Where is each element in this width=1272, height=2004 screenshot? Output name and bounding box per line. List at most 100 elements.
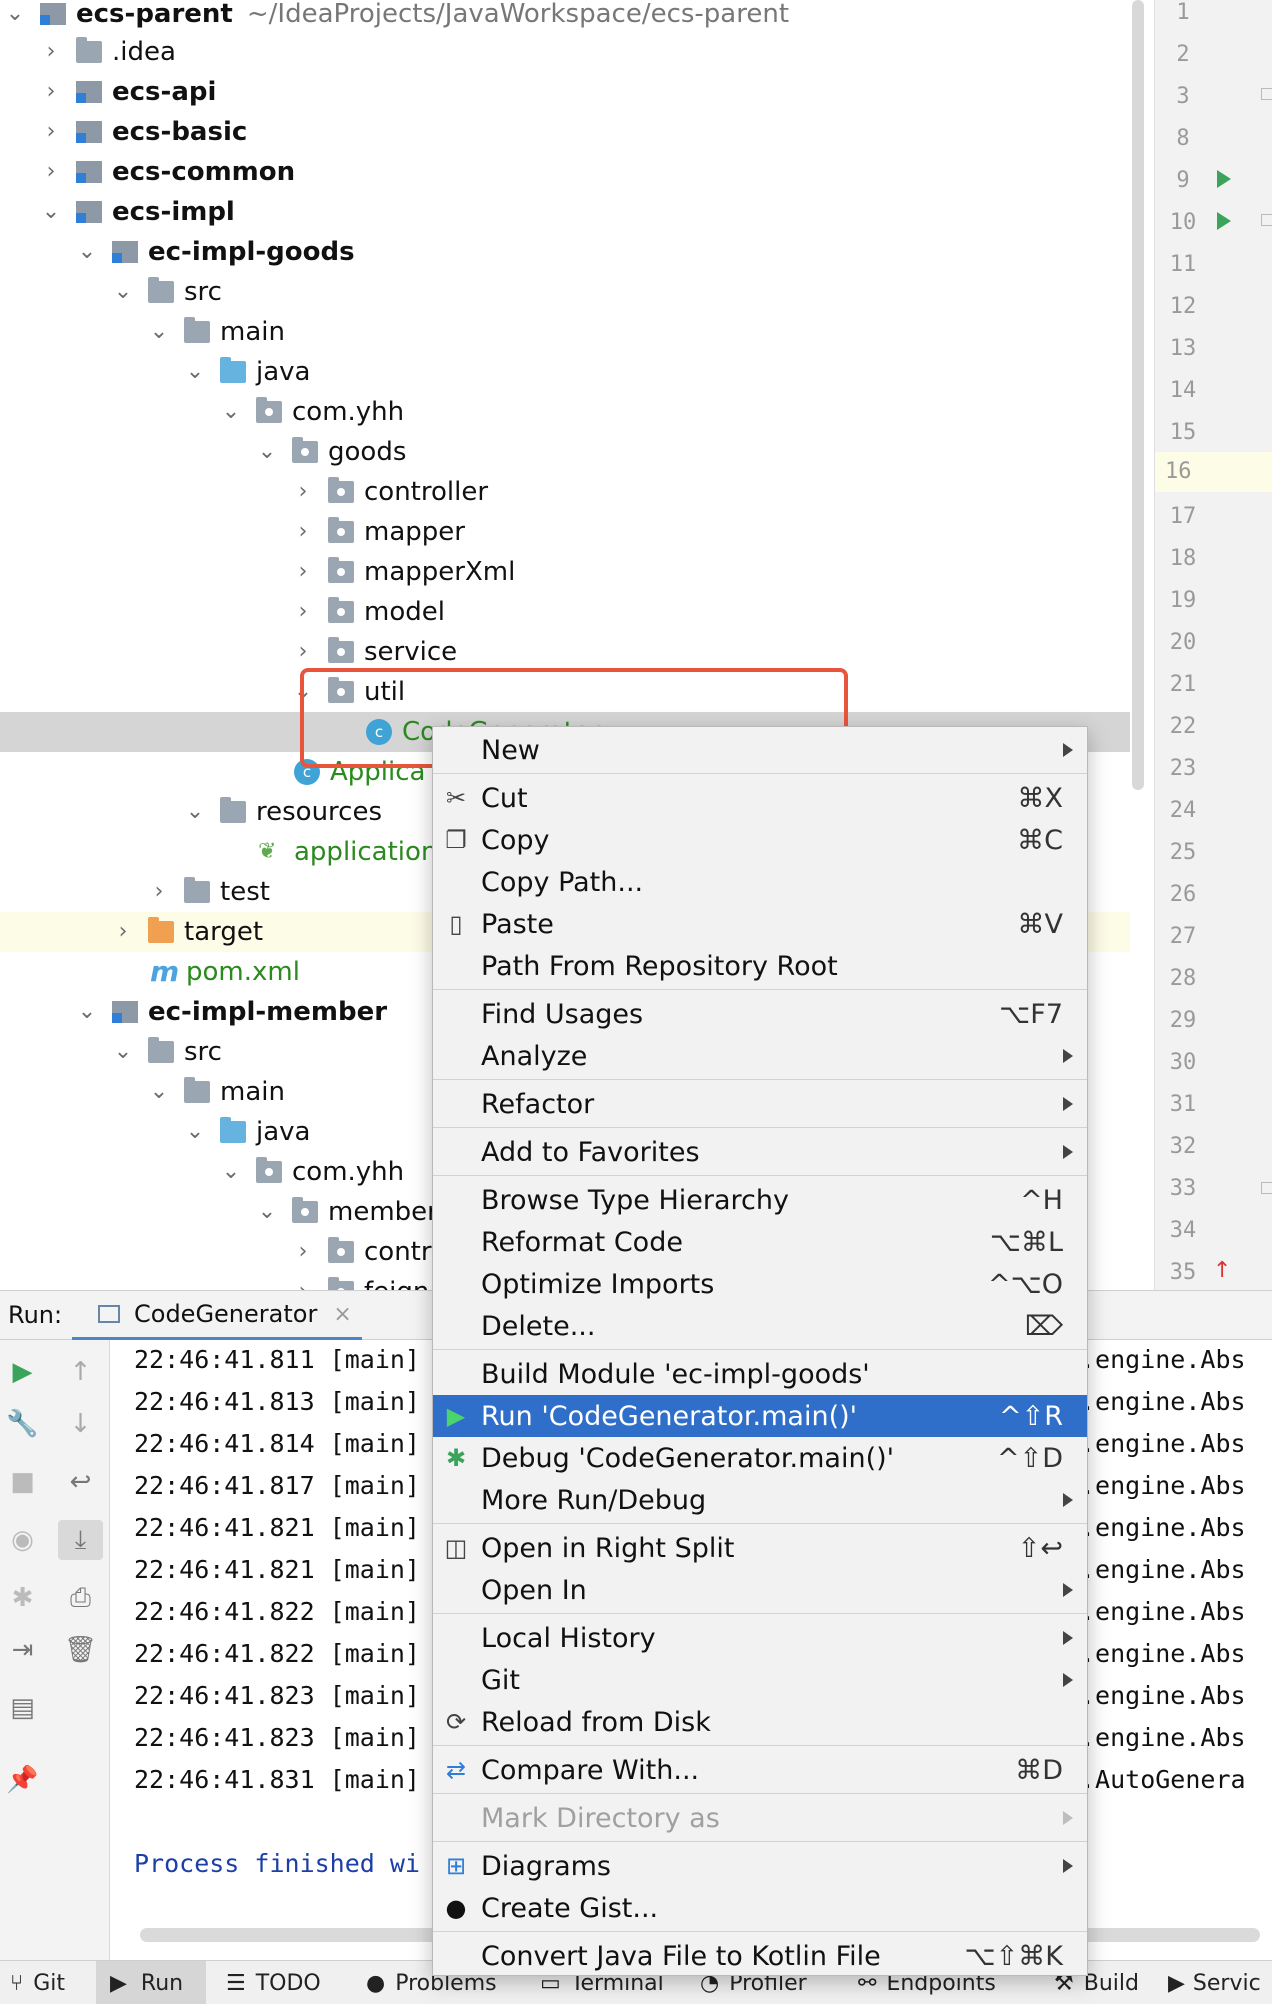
print-icon[interactable]: ⎙ bbox=[58, 1578, 103, 1618]
menu-item-paste[interactable]: ▯ Paste ⌘V bbox=[433, 903, 1087, 945]
run-gutter-icon[interactable] bbox=[1217, 170, 1231, 188]
chevron-down-icon[interactable]: ⌄ bbox=[112, 1041, 134, 1063]
chevron-right-icon[interactable]: › bbox=[112, 921, 134, 943]
chevron-right-icon[interactable]: › bbox=[292, 601, 314, 623]
git-tool-button[interactable]: ⑂ Git bbox=[10, 1961, 65, 2004]
chevron-down-icon[interactable]: ⌄ bbox=[184, 801, 206, 823]
soft-wrap-icon[interactable]: ↩ bbox=[58, 1462, 103, 1502]
scroll-to-end-icon[interactable]: ⤓ bbox=[58, 1520, 103, 1560]
rerun-icon[interactable]: ▶ bbox=[0, 1352, 45, 1392]
menu-item-create-gist[interactable]: ● Create Gist... bbox=[433, 1887, 1087, 1929]
chevron-down-icon[interactable]: ⌄ bbox=[4, 3, 26, 25]
debug-bug-icon[interactable]: ✱ bbox=[0, 1578, 45, 1618]
menu-item-more-run-debug[interactable]: More Run/Debug bbox=[433, 1479, 1087, 1521]
chevron-right-icon[interactable]: › bbox=[292, 561, 314, 583]
menu-item-copy-path[interactable]: Copy Path... bbox=[433, 861, 1087, 903]
trash-icon[interactable]: 🗑 bbox=[58, 1630, 103, 1670]
pin-icon[interactable]: 📌 bbox=[0, 1760, 45, 1800]
chevron-right-icon[interactable]: › bbox=[292, 1281, 314, 1291]
chevron-right-icon[interactable]: › bbox=[40, 41, 62, 63]
menu-item-run-codegenerator[interactable]: ▶ Run 'CodeGenerator.main()' ^⇧R bbox=[433, 1395, 1087, 1437]
run-gutter-icon[interactable] bbox=[1217, 212, 1231, 230]
chevron-down-icon[interactable]: ⌄ bbox=[184, 1121, 206, 1143]
menu-item-browse-type-hierarchy[interactable]: Browse Type Hierarchy ^H bbox=[433, 1179, 1087, 1221]
tree-row[interactable]: › .idea bbox=[0, 32, 1130, 72]
todo-tool-button[interactable]: ☰ TODO bbox=[226, 1961, 321, 2004]
menu-item-build-module[interactable]: Build Module 'ec-impl-goods' bbox=[433, 1353, 1087, 1395]
menu-item-reformat-code[interactable]: Reformat Code ⌥⌘L bbox=[433, 1221, 1087, 1263]
tree-row[interactable]: › controller bbox=[0, 472, 1130, 512]
arrow-up-icon[interactable]: ↑ bbox=[58, 1352, 103, 1392]
tree-row[interactable]: ⌄ com.yhh bbox=[0, 392, 1130, 432]
menu-item-local-history[interactable]: Local History bbox=[433, 1617, 1087, 1659]
chevron-down-icon[interactable]: ⌄ bbox=[112, 281, 134, 303]
tree-row[interactable]: › ecs-common bbox=[0, 152, 1130, 192]
menu-item-delete[interactable]: Delete... ⌦ bbox=[433, 1305, 1087, 1347]
chevron-down-icon[interactable]: ⌄ bbox=[76, 241, 98, 263]
tree-row[interactable]: › mapper bbox=[0, 512, 1130, 552]
fold-icon[interactable] bbox=[1261, 1182, 1272, 1194]
chevron-down-icon[interactable]: ⌄ bbox=[184, 361, 206, 383]
menu-item-new[interactable]: New bbox=[433, 729, 1087, 771]
chevron-right-icon[interactable]: › bbox=[292, 481, 314, 503]
chevron-right-icon[interactable]: › bbox=[40, 161, 62, 183]
chevron-down-icon[interactable]: ⌄ bbox=[148, 321, 170, 343]
menu-item-convert-to-kotlin[interactable]: Convert Java File to Kotlin File ⌥⇧⌘K bbox=[433, 1935, 1087, 1977]
stop-icon[interactable]: ■ bbox=[0, 1462, 45, 1502]
run-tool-button[interactable]: ▶ Run bbox=[96, 1961, 206, 2004]
run-tab-codegenerator[interactable]: CodeGenerator × bbox=[72, 1291, 362, 1341]
tree-row[interactable]: › ecs-basic bbox=[0, 112, 1130, 152]
fold-icon[interactable] bbox=[1261, 214, 1272, 226]
chevron-right-icon[interactable]: › bbox=[148, 881, 170, 903]
exit-icon[interactable]: ⇥ bbox=[0, 1630, 45, 1670]
layout-icon[interactable]: ▤ bbox=[0, 1688, 45, 1728]
chevron-right-icon[interactable]: › bbox=[292, 1241, 314, 1263]
menu-item-path-from-repository-root[interactable]: Path From Repository Root bbox=[433, 945, 1087, 987]
menu-item-git[interactable]: Git bbox=[433, 1659, 1087, 1701]
tree-row[interactable]: › service bbox=[0, 632, 1130, 672]
menu-item-compare-with[interactable]: ⇄ Compare With... ⌘D bbox=[433, 1749, 1087, 1791]
chevron-down-icon[interactable]: ⌄ bbox=[220, 1161, 242, 1183]
tree-row[interactable]: ⌄ java bbox=[0, 352, 1130, 392]
menu-item-open-in[interactable]: Open In bbox=[433, 1569, 1087, 1611]
chevron-right-icon[interactable]: › bbox=[292, 521, 314, 543]
services-tool-button[interactable]: ▶ Servic bbox=[1168, 1961, 1261, 2004]
menu-item-reload-from-disk[interactable]: ⟳ Reload from Disk bbox=[433, 1701, 1087, 1743]
tree-row[interactable]: › ecs-api bbox=[0, 72, 1130, 112]
tree-row[interactable]: › mapperXml bbox=[0, 552, 1130, 592]
tree-scrollbar[interactable] bbox=[1132, 0, 1144, 790]
wrench-icon[interactable]: 🔧 bbox=[0, 1404, 45, 1444]
menu-item-add-to-favorites[interactable]: Add to Favorites bbox=[433, 1131, 1087, 1173]
fold-icon[interactable] bbox=[1261, 88, 1272, 100]
chevron-down-icon[interactable]: ⌄ bbox=[220, 401, 242, 423]
chevron-down-icon[interactable]: ⌄ bbox=[40, 201, 62, 223]
menu-item-open-in-right-split[interactable]: ◫ Open in Right Split ⇧↩ bbox=[433, 1527, 1087, 1569]
menu-item-refactor[interactable]: Refactor bbox=[433, 1083, 1087, 1125]
chevron-down-icon[interactable]: ⌄ bbox=[256, 441, 278, 463]
chevron-right-icon[interactable]: › bbox=[40, 121, 62, 143]
tree-row[interactable]: ⌄ ecs-impl bbox=[0, 192, 1130, 232]
menu-item-analyze[interactable]: Analyze bbox=[433, 1035, 1087, 1077]
close-icon[interactable]: × bbox=[333, 1302, 351, 1327]
menu-item-optimize-imports[interactable]: Optimize Imports ^⌥O bbox=[433, 1263, 1087, 1305]
camera-icon[interactable]: ◉ bbox=[0, 1520, 45, 1560]
menu-item-debug-codegenerator[interactable]: ✱ Debug 'CodeGenerator.main()' ^⇧D bbox=[433, 1437, 1087, 1479]
tree-row[interactable]: › model bbox=[0, 592, 1130, 632]
tree-row[interactable]: ⌄ src bbox=[0, 272, 1130, 312]
menu-item-cut[interactable]: ✂ Cut ⌘X bbox=[433, 777, 1087, 819]
chevron-down-icon[interactable]: ⌄ bbox=[256, 1201, 278, 1223]
chevron-right-icon[interactable]: › bbox=[292, 641, 314, 663]
menu-item-find-usages[interactable]: Find Usages ⌥F7 bbox=[433, 993, 1087, 1035]
tree-row[interactable]: ⌄ goods bbox=[0, 432, 1130, 472]
menu-item-copy[interactable]: ❐ Copy ⌘C bbox=[433, 819, 1087, 861]
chevron-down-icon[interactable]: ⌄ bbox=[76, 1001, 98, 1023]
menu-item-diagrams[interactable]: ⊞ Diagrams bbox=[433, 1845, 1087, 1887]
arrow-down-icon[interactable]: ↓ bbox=[58, 1404, 103, 1444]
tree-row[interactable]: ⌄ ec-impl-goods bbox=[0, 232, 1130, 272]
tree-row[interactable]: ⌄ main bbox=[0, 312, 1130, 352]
override-marker-icon[interactable]: ↑ bbox=[1213, 1258, 1231, 1283]
chevron-down-icon[interactable]: ⌄ bbox=[148, 1081, 170, 1103]
tree-row-root[interactable]: ⌄ ecs-parent ~/IdeaProjects/JavaWorkspac… bbox=[0, 0, 1130, 34]
chevron-right-icon[interactable]: › bbox=[40, 81, 62, 103]
package-icon bbox=[328, 1277, 354, 1290]
